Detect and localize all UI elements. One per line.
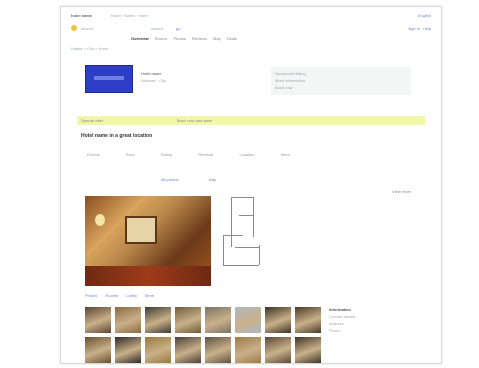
photo-lamp <box>95 214 105 226</box>
plan-line <box>235 247 259 248</box>
plan-line <box>253 197 254 237</box>
photo-thumbnail[interactable] <box>175 337 201 363</box>
photo-thumbnail[interactable] <box>205 337 231 363</box>
plan-line <box>259 245 260 265</box>
side-line[interactable]: Address <box>329 321 411 326</box>
tab-photos[interactable]: Photos <box>173 36 185 42</box>
ad-line: Book now <box>275 85 293 90</box>
language-link[interactable]: English <box>381 13 431 18</box>
browser-page: hotel name travel · hotels · more Englis… <box>60 6 442 364</box>
logo-band <box>94 76 124 80</box>
hotel-logo[interactable] <box>85 65 133 93</box>
map-link[interactable]: Map <box>209 177 217 182</box>
photo-thumbnail[interactable] <box>205 307 231 333</box>
breadcrumb[interactable]: Hotels > City > Hotel <box>71 46 191 51</box>
nav-right-links[interactable]: sign in · help <box>351 26 431 31</box>
tab-map[interactable]: Map <box>213 36 221 42</box>
tab-rooms[interactable]: Rooms <box>155 36 168 42</box>
tab-overview[interactable]: Overview <box>131 36 149 42</box>
photo-thumbnail[interactable] <box>175 307 201 333</box>
hotel-address: Address · City <box>141 78 167 83</box>
floor-plan[interactable] <box>221 195 265 283</box>
hotel-name: Hotel name <box>141 71 162 76</box>
nav-search-label: search <box>81 26 94 31</box>
photo-links: All photos Map <box>161 177 321 182</box>
photo-thumbnail[interactable] <box>85 337 111 363</box>
side-heading: Information <box>329 307 351 312</box>
photo-thumbnail[interactable] <box>115 337 141 363</box>
plan-line <box>231 197 232 247</box>
page-title: Hotel name in a great location <box>81 133 153 139</box>
photo-thumbnail[interactable] <box>265 337 291 363</box>
photo-floor <box>85 266 211 286</box>
photo-thumbnail[interactable] <box>235 307 261 333</box>
photo-thumbnail[interactable] <box>115 307 141 333</box>
search-go-button[interactable]: go <box>176 26 186 31</box>
ad-box[interactable]: Sponsored listing More information Book … <box>271 67 411 95</box>
spec-item[interactable]: Rooms <box>87 152 100 160</box>
spec-item[interactable]: Price <box>126 152 135 160</box>
ad-line: Sponsored listing <box>275 71 306 76</box>
view-more-link[interactable]: View more <box>351 189 411 194</box>
search-input[interactable]: search <box>151 26 173 31</box>
photo-thumbnail[interactable] <box>235 337 261 363</box>
photo-thumbnail[interactable] <box>265 307 291 333</box>
thumbnail-grid <box>85 307 321 363</box>
tab-reviews[interactable]: Reviews <box>192 36 207 42</box>
plan-line <box>231 197 253 198</box>
offer-text: Special offer <box>81 118 104 123</box>
photo-thumbnail[interactable] <box>85 307 111 333</box>
photo-tab[interactable]: Rooms <box>105 293 118 298</box>
photo-thumbnail[interactable] <box>295 337 321 363</box>
spec-item[interactable]: More <box>281 152 290 160</box>
plan-line <box>239 215 253 216</box>
plan-line <box>223 235 224 265</box>
top-links[interactable]: travel · hotels · more <box>111 13 191 18</box>
photo-tab[interactable]: Lobby <box>126 293 137 298</box>
nav-row: search search go sign in · help <box>71 25 431 33</box>
site-name[interactable]: hotel name <box>71 13 92 18</box>
photo-thumbnail[interactable] <box>145 337 171 363</box>
photo-thumbnail[interactable] <box>145 307 171 333</box>
side-line[interactable]: Phone <box>329 328 411 333</box>
photo-tab[interactable]: More <box>145 293 154 298</box>
spec-item[interactable]: Reviews <box>198 152 213 160</box>
photo-tabs: Photos Rooms Lobby More <box>85 293 205 298</box>
logo-icon[interactable] <box>71 25 77 31</box>
spec-item[interactable]: Location <box>239 152 254 160</box>
top-bar: hotel name travel · hotels · more Englis… <box>71 13 431 21</box>
side-line[interactable]: Contact details <box>329 314 411 319</box>
tab-bar: Overview Rooms Photos Reviews Map Deals <box>131 36 431 42</box>
spec-row: Rooms Price Rating Reviews Location More <box>87 152 421 160</box>
photo-window <box>125 216 157 244</box>
side-panel: Information Contact details Address Phon… <box>329 307 411 333</box>
tab-deals[interactable]: Deals <box>227 36 237 42</box>
photo-tab[interactable]: Photos <box>85 293 97 298</box>
offer-subtext: Book now and save <box>177 118 212 123</box>
offer-bar[interactable]: Special offer Book now and save <box>77 116 425 125</box>
plan-line <box>223 265 259 266</box>
plan-line <box>223 235 243 236</box>
spec-item[interactable]: Rating <box>161 152 173 160</box>
photo-thumbnail[interactable] <box>295 307 321 333</box>
main-photo[interactable] <box>85 196 211 286</box>
ad-line: More information <box>275 78 306 83</box>
all-photos-link[interactable]: All photos <box>161 177 179 182</box>
